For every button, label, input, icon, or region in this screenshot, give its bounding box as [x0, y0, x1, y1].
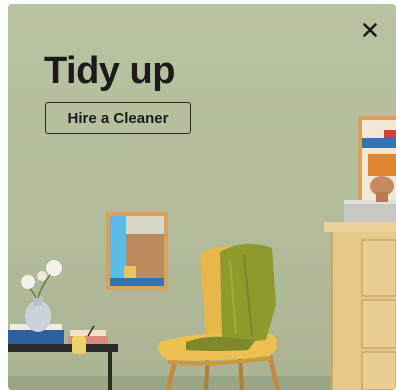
wall-art-frame — [106, 212, 168, 290]
close-icon — [363, 23, 377, 37]
banner-title: Tidy up — [44, 50, 175, 92]
ad-banner[interactable]: Tidy up Hire a Cleaner — [8, 4, 396, 390]
flowers — [21, 260, 62, 299]
hire-cleaner-button[interactable]: Hire a Cleaner — [45, 102, 191, 134]
side-table — [8, 296, 118, 390]
close-button[interactable] — [358, 18, 382, 42]
dresser — [324, 222, 396, 390]
